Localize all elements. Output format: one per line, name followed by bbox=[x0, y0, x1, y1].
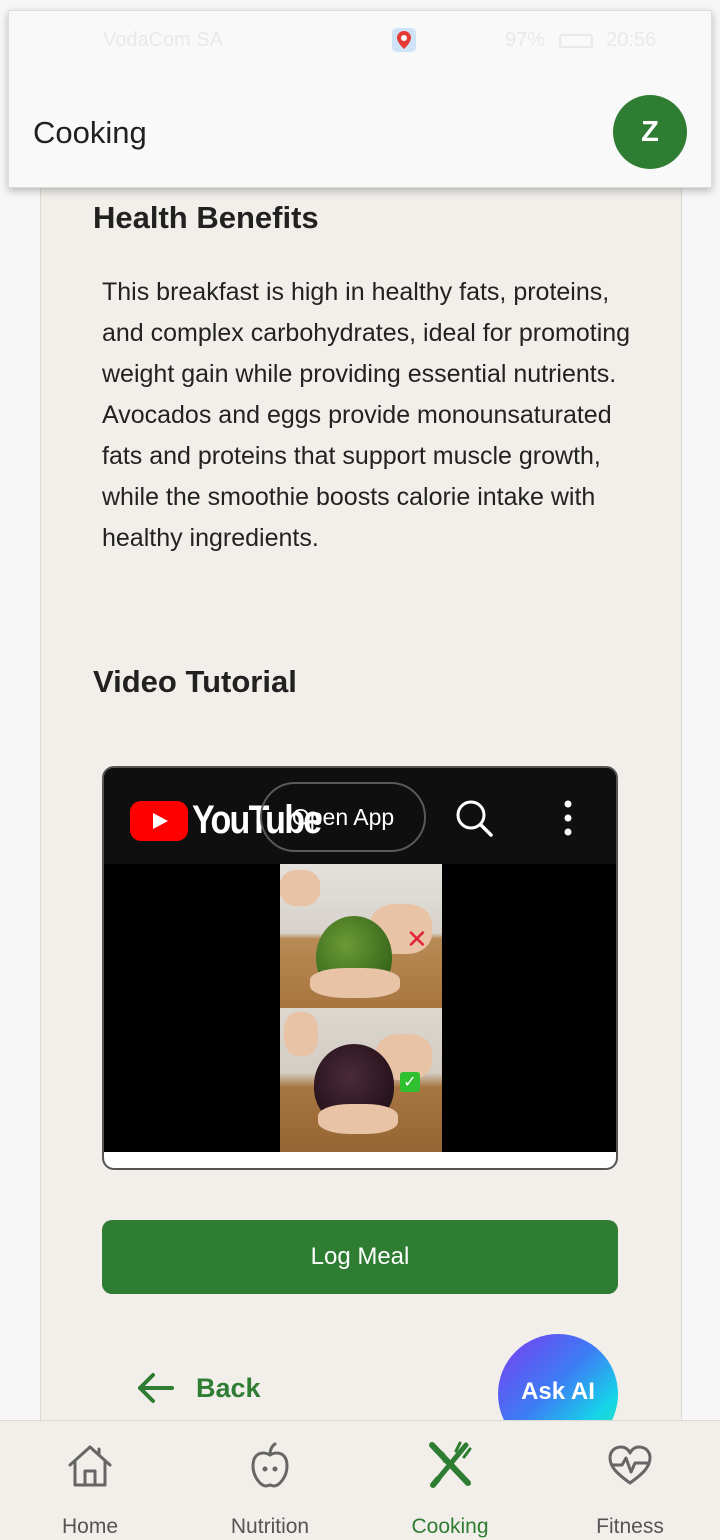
clock-time: 20:56 bbox=[606, 29, 657, 51]
fork-knife-icon bbox=[429, 1441, 472, 1488]
battery-time-text: 97% 20:56 bbox=[505, 29, 656, 52]
battery-percent: 97% bbox=[505, 29, 546, 51]
check-mark-icon: ✓ bbox=[400, 1072, 420, 1092]
battery-icon bbox=[558, 33, 593, 48]
video-thumbnail[interactable]: ✕ ✓ bbox=[280, 864, 442, 1152]
carrier-text: VodaCom SA bbox=[103, 29, 224, 51]
nav-item-fitness[interactable]: Fitness bbox=[540, 1421, 720, 1540]
youtube-video-player[interactable]: YouTube Open App ✕ ✓ bbox=[102, 766, 618, 1170]
thumbnail-green-avocado-frame: ✕ bbox=[280, 864, 442, 1008]
home-icon bbox=[68, 1445, 112, 1487]
arrow-left-icon bbox=[138, 1373, 174, 1403]
nav-label-home: Home bbox=[61, 1515, 119, 1538]
page-title: Cooking bbox=[33, 115, 147, 150]
heartbeat-icon bbox=[608, 1445, 652, 1485]
bottom-navigation: Home Nutrition Cooking Fitness bbox=[0, 1420, 720, 1540]
cross-mark-icon: ✕ bbox=[406, 924, 428, 954]
youtube-top-bar: YouTube Open App bbox=[104, 768, 616, 864]
health-benefits-title: Health Benefits bbox=[93, 200, 319, 235]
thumbnail-ripe-avocado-frame: ✓ bbox=[280, 1008, 442, 1152]
log-meal-button[interactable]: Log Meal bbox=[102, 1220, 618, 1294]
maps-app-icon bbox=[392, 28, 416, 52]
back-label: Back bbox=[196, 1372, 261, 1403]
open-app-button[interactable]: Open App bbox=[260, 782, 426, 852]
video-footer bbox=[104, 1152, 616, 1168]
nav-item-cooking[interactable]: Cooking bbox=[360, 1421, 540, 1540]
nav-item-nutrition[interactable]: Nutrition bbox=[180, 1421, 360, 1540]
nav-label-nutrition: Nutrition bbox=[230, 1515, 310, 1538]
health-benefits-text: This breakfast is high in healthy fats, … bbox=[102, 278, 631, 552]
nav-label-cooking: Cooking bbox=[411, 1515, 489, 1538]
back-button[interactable]: Back bbox=[136, 1372, 261, 1404]
apple-icon bbox=[251, 1442, 289, 1488]
youtube-logo-icon bbox=[130, 800, 188, 841]
nav-label-fitness: Fitness bbox=[596, 1515, 664, 1538]
status-bar: VodaCom SA 97% 20:56 bbox=[9, 27, 711, 57]
user-avatar[interactable]: Z bbox=[613, 95, 687, 169]
video-tutorial-title: Video Tutorial bbox=[93, 664, 297, 699]
more-vert-icon[interactable] bbox=[556, 798, 580, 838]
nav-item-home[interactable]: Home bbox=[0, 1421, 180, 1540]
app-header: VodaCom SA 97% 20:56 Cooking Z bbox=[8, 10, 712, 188]
search-icon[interactable] bbox=[454, 798, 494, 838]
